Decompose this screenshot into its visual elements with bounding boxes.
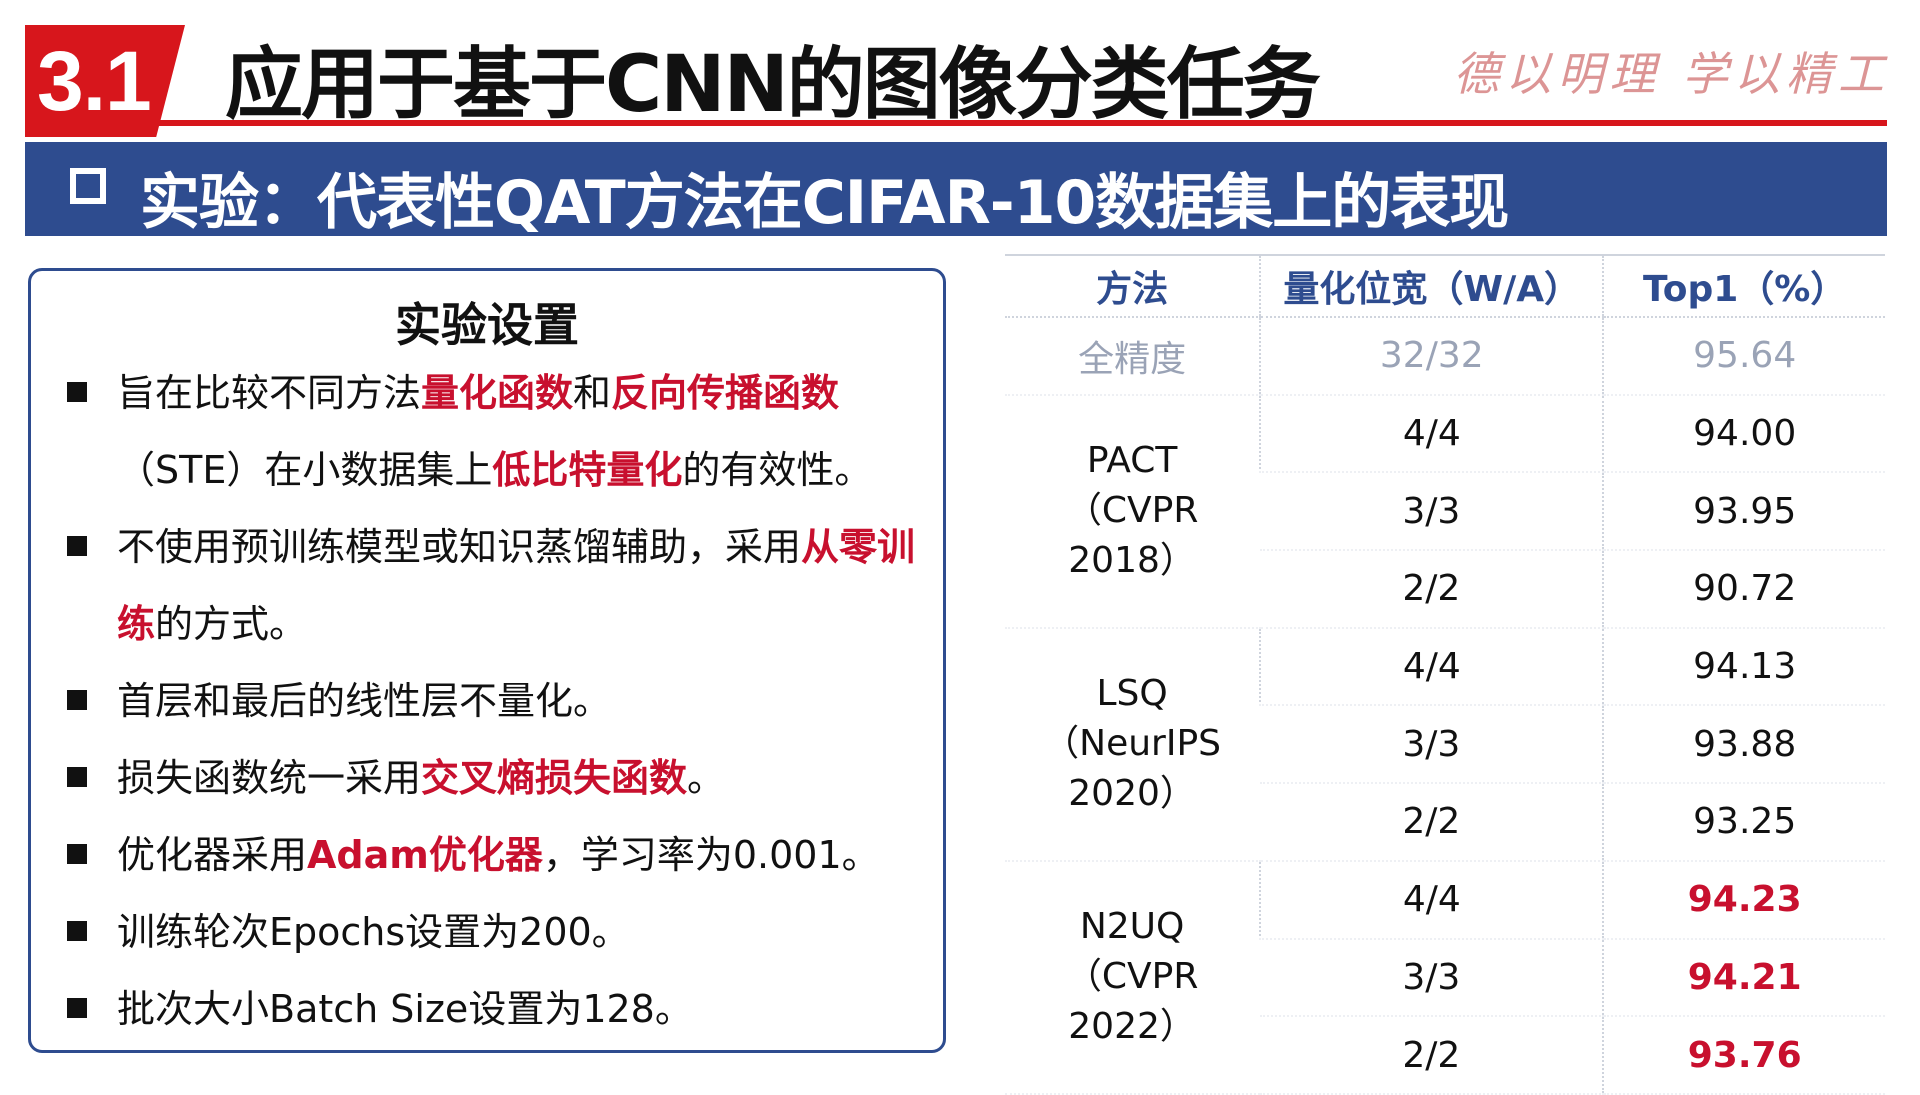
header-method: 方法: [1005, 254, 1261, 318]
settings-title: 实验设置: [395, 298, 579, 352]
bullet-square-icon: [67, 921, 87, 941]
experiment-settings-panel: 实验设置 旨在比较不同方法量化函数和反向传播函数 （STE）在小数据集上低比特量化…: [28, 268, 946, 1053]
motto-calligraphy: 德以明理 学以精工: [1453, 47, 1890, 101]
bullet-square-icon: [67, 844, 87, 864]
cell-method: PACT （CVPR 2018）: [1005, 394, 1261, 629]
bullet-square-icon: [67, 690, 87, 710]
cell-top1: 94.21: [1602, 938, 1885, 1018]
cell-bits: 32/32: [1259, 317, 1604, 396]
method-venue: （CVPR 2018）: [1065, 490, 1199, 582]
cell-bits: 2/2: [1260, 550, 1604, 629]
cell-top1: 94.13: [1602, 627, 1885, 707]
table-row: N2UQ （CVPR 2022） 4/4 94.23: [1005, 860, 1885, 1095]
header-top1: Top1（%）: [1602, 254, 1885, 318]
bullet-square-icon: [67, 767, 87, 787]
bullet-square-icon: [67, 998, 87, 1018]
item-text: （STE）在小数据集上: [117, 448, 493, 492]
cell-top1: 93.88: [1602, 705, 1885, 785]
item-text: ，学习率为0.001。: [542, 833, 880, 877]
cell-method: LSQ （NeurIPS 2020）: [1005, 627, 1261, 862]
item-text: 损失函数统一采用: [117, 756, 422, 800]
subtitle-bar: 实验：代表性QAT方法在CIFAR-10数据集上的表现: [25, 142, 1887, 238]
item-text: 的方式。: [155, 602, 308, 646]
settings-list: 旨在比较不同方法量化函数和反向传播函数 （STE）在小数据集上低比特量化的有效性。…: [63, 355, 923, 1048]
settings-item: 批次大小Batch Size设置为128。: [63, 971, 923, 1048]
item-text: 的有效性。: [682, 448, 873, 492]
settings-item: 首层和最后的线性层不量化。: [63, 663, 923, 740]
cell-bits: 4/4: [1259, 627, 1604, 707]
cell-bits: 3/3: [1260, 938, 1604, 1018]
cell-top1: 94.00: [1602, 394, 1885, 474]
item-text: 批次大小Batch Size设置为128。: [117, 987, 693, 1031]
cell-bits: 2/2: [1260, 1016, 1604, 1095]
title-divider: [25, 120, 1887, 126]
item-text: 优化器采用: [117, 833, 308, 877]
cell-top1: 93.95: [1602, 472, 1885, 552]
cell-top1: 93.25: [1602, 783, 1885, 862]
cell-bits: 4/4: [1259, 860, 1604, 940]
cell-bits: 2/2: [1260, 783, 1604, 862]
method-name: N2UQ: [1079, 906, 1185, 948]
checkbox-square-icon: [70, 168, 106, 204]
method-name: LSQ: [1096, 673, 1168, 715]
cell-method: 全精度: [1005, 317, 1261, 396]
item-text: 和: [573, 371, 612, 415]
cell-bits: 3/3: [1260, 472, 1604, 552]
table-row: LSQ （NeurIPS 2020） 4/4 94.13: [1005, 627, 1885, 862]
method-venue: （NeurIPS 2020）: [1043, 723, 1222, 815]
settings-item: 损失函数统一采用交叉熵损失函数。: [63, 740, 923, 817]
cell-top1: 94.23: [1602, 860, 1885, 940]
bullet-square-icon: [67, 382, 87, 402]
cell-bits: 4/4: [1259, 394, 1604, 474]
item-text: 首层和最后的线性层不量化。: [117, 679, 612, 723]
table-row-full-precision: 全精度 32/32 95.64: [1005, 317, 1885, 396]
item-text: 训练轮次Epochs设置为200。: [117, 910, 630, 954]
item-text: 不使用预训练模型或知识蒸馏辅助，采用: [117, 525, 802, 569]
item-text: 。: [687, 756, 726, 800]
settings-item: 优化器采用Adam优化器，学习率为0.001。: [63, 817, 923, 894]
page-title: 应用于基于CNN的图像分类任务: [225, 40, 1321, 130]
highlight-text: 交叉熵损失函数: [421, 756, 688, 800]
highlight-text: Adam优化器: [307, 833, 543, 877]
method-name: PACT: [1086, 440, 1178, 482]
settings-item: 旨在比较不同方法量化函数和反向传播函数 （STE）在小数据集上低比特量化的有效性。: [63, 355, 923, 509]
cell-top1: 90.72: [1602, 550, 1885, 629]
table-header-row: 方法 量化位宽（W/A） Top1（%）: [1005, 254, 1885, 318]
header-bitwidth: 量化位宽（W/A）: [1259, 254, 1604, 318]
results-table: 方法 量化位宽（W/A） Top1（%） 全精度 32/32 95.64 PAC…: [1005, 254, 1885, 1095]
bullet-square-icon: [67, 536, 87, 556]
section-number: 3.1: [37, 34, 152, 128]
highlight-text: 低比特量化: [492, 448, 683, 492]
subtitle-text: 实验：代表性QAT方法在CIFAR-10数据集上的表现: [140, 168, 1509, 238]
cell-top1: 93.76: [1602, 1016, 1885, 1095]
cell-bits: 3/3: [1260, 705, 1604, 785]
item-text: 旨在比较不同方法: [117, 371, 422, 415]
highlight-text: 量化函数: [421, 371, 574, 415]
highlight-text: 反向传播函数: [611, 371, 840, 415]
settings-item: 训练轮次Epochs设置为200。: [63, 894, 923, 971]
cell-top1: 95.64: [1602, 317, 1885, 396]
settings-item: 不使用预训练模型或知识蒸馏辅助，采用从零训练的方式。: [63, 509, 923, 663]
method-venue: （CVPR 2022）: [1065, 956, 1199, 1048]
results-table-container: 方法 量化位宽（W/A） Top1（%） 全精度 32/32 95.64 PAC…: [1005, 254, 1885, 1095]
table-row: PACT （CVPR 2018） 4/4 94.00: [1005, 394, 1885, 629]
cell-method: N2UQ （CVPR 2022）: [1005, 860, 1261, 1095]
